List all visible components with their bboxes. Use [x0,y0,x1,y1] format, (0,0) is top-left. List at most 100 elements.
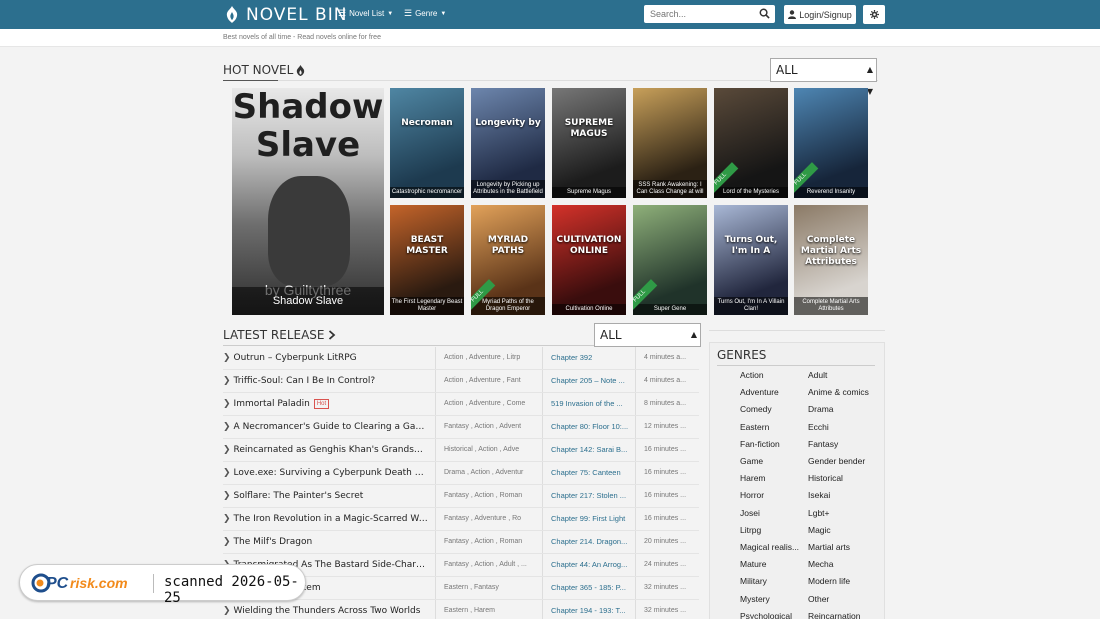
genre-link[interactable]: Lgbt+ [808,508,830,518]
novel-genres[interactable]: Fantasy , Action , Adult , ... [435,554,542,576]
genre-link[interactable]: Eastern [740,422,769,432]
latest-chapter-link[interactable]: Chapter 142: Sarai B... [542,439,635,461]
latest-chapter-link[interactable]: Chapter 365 - 185: P... [542,577,635,599]
genre-link[interactable]: Drama [808,404,834,414]
latest-release-genre-select[interactable]: ALL ▲▼ [594,323,701,361]
genre-link[interactable]: Isekai [808,490,830,500]
genre-link[interactable]: Mystery [740,594,770,604]
genre-link[interactable]: Psychological [740,611,792,619]
novel-genres[interactable]: Drama , Action , Adventur [435,462,542,484]
novel-genres[interactable]: Action , Adventure , Come [435,393,542,415]
novel-title: Solflare: The Painter's Secret [233,491,364,501]
featured-novel-card[interactable]: Shadow Slave by Guiltythree Shadow Slave [232,88,384,315]
novel-genres[interactable]: Fantasy , Action , Advent [435,416,542,438]
genre-link[interactable]: Mecha [808,559,834,569]
featured-novel-caption: Shadow Slave [232,287,384,315]
genre-link[interactable]: Fantasy [808,439,838,449]
novel-title: Wielding the Thunders Across Two Worlds [233,606,421,616]
search-box [644,5,775,23]
cover-caption: Catastrophic necromancer [390,187,464,198]
hot-novel-cover[interactable]: Reverend Insanity FULL [794,88,868,198]
latest-chapter-link[interactable]: Chapter 392 [542,347,635,369]
genre-link[interactable]: Magic [808,525,831,535]
chevron-right-icon: ❯ [223,468,231,478]
hot-novel-cover[interactable]: SSS Rank Awakening: I Can Class Change a… [633,88,707,198]
latest-chapter-link[interactable]: Chapter 75: Canteen [542,462,635,484]
novel-title-link[interactable]: ❯ Reincarnated as Genghis Khan's Grandson… [223,439,428,461]
genre-link[interactable]: Military [740,576,767,586]
novel-title-link[interactable]: ❯ Love.exe: Surviving a Cyberpunk Death G… [223,462,428,484]
hot-novel-cover[interactable]: SUPREME MAGUS Supreme Magus [552,88,626,198]
latest-chapter-link[interactable]: 519 Invasion of the ... [542,393,635,415]
latest-chapter-link[interactable]: Chapter 99: First Light [542,508,635,530]
genre-link[interactable]: Game [740,456,763,466]
genre-link[interactable]: Mature [740,559,766,569]
genre-link[interactable]: Magical realis... [740,542,799,552]
genre-link[interactable]: Historical [808,473,843,483]
latest-chapter-link[interactable]: Chapter 194 - 193: T... [542,600,635,619]
novel-title-link[interactable]: ❯ The Iron Revolution in a Magic-Scarred … [223,508,428,530]
fire-icon [297,64,305,76]
genre-link[interactable]: Adventure [740,387,779,397]
novel-title-link[interactable]: ❯ The Milf's Dragon [223,531,428,553]
latest-chapter-link[interactable]: Chapter 44: An Arrog... [542,554,635,576]
novel-title-link[interactable]: ❯ Solflare: The Painter's Secret [223,485,428,507]
novel-genres[interactable]: Fantasy , Action , Roman [435,531,542,553]
latest-release-heading[interactable]: LATEST RELEASE [223,328,336,342]
hot-novel-cover[interactable]: CULTIVATION ONLINE Cultivation Online [552,205,626,315]
novel-genres[interactable]: Fantasy , Adventure , Ro [435,508,542,530]
genre-link[interactable]: Horror [740,490,764,500]
cover-art-text: SUPREME MAGUS [564,118,614,139]
login-signup-label: Login/Signup [799,9,852,20]
novel-genres[interactable]: Fantasy , Action , Roman [435,485,542,507]
genre-link[interactable]: Harem [740,473,766,483]
genre-link[interactable]: Comedy [740,404,772,414]
genre-link[interactable]: Martial arts [808,542,850,552]
nav-genre[interactable]: ☰ Genre ▼ [404,8,446,19]
hot-novel-cover[interactable]: Lord of the Mysteries FULL [714,88,788,198]
hot-novel-cover[interactable]: Super Gene FULL [633,205,707,315]
search-icon[interactable] [759,8,770,19]
hot-novel-cover[interactable]: MYRIAD PATHS Myriad Paths of the Dragon E… [471,205,545,315]
novel-genres[interactable]: Action , Adventure , Litrp [435,347,542,369]
cover-art-text: Necroman [401,118,453,128]
genre-link[interactable]: Modern life [808,576,850,586]
novel-genres[interactable]: Historical , Action , Adve [435,439,542,461]
search-input[interactable] [644,5,754,23]
novel-title-link[interactable]: ❯ Outrun – Cyberpunk LitRPG [223,347,428,369]
hot-novel-cover[interactable]: Complete Martial Arts Attributes Complete… [794,205,868,315]
latest-chapter-link[interactable]: Chapter 217: Stolen ... [542,485,635,507]
genre-link[interactable]: Josei [740,508,760,518]
genre-link[interactable]: Reincarnation [808,611,860,619]
latest-chapter-link[interactable]: Chapter 214. Dragon... [542,531,635,553]
genre-link[interactable]: Other [808,594,829,604]
novel-title-link[interactable]: ❯ Immortal Paladin Hot [223,393,428,415]
genre-link[interactable]: Anime & comics [808,387,869,397]
genre-link[interactable]: Fan-fiction [740,439,780,449]
novel-genres[interactable]: Eastern , Harem [435,600,542,619]
hot-novel-genre-select[interactable]: ALL ▲ ▼ [770,58,877,96]
genre-link[interactable]: Ecchi [808,422,829,432]
novel-title-link[interactable]: ❯ Triffic-Soul: Can I Be In Control? [223,370,428,392]
hot-novel-cover[interactable]: BEAST MASTER The First Legendary Beast Ma… [390,205,464,315]
novel-genres[interactable]: Eastern , Fantasy [435,577,542,599]
latest-chapter-link[interactable]: Chapter 80: Floor 10:... [542,416,635,438]
table-row: ❯ Reincarnated as Genghis Khan's Grandson… [223,439,699,462]
login-signup-button[interactable]: Login/Signup [784,5,856,24]
genre-link[interactable]: Gender bender [808,456,865,466]
genre-link[interactable]: Adult [808,370,827,380]
nav-novel-list[interactable]: ☰ Novel List ▼ [338,8,393,19]
hot-novel-cover[interactable]: Turns Out, I'm In A Turns Out, I'm In A V… [714,205,788,315]
site-logo[interactable]: NOVEL BIN [222,4,347,26]
hot-novel-cover[interactable]: Necroman Catastrophic necromancer [390,88,464,198]
genre-link[interactable]: Litrpg [740,525,761,535]
table-row: ❯ Love.exe: Surviving a Cyberpunk Death G… [223,462,699,485]
theme-toggle-button[interactable] [863,5,885,24]
hot-novel-cover[interactable]: Longevity by Longevity by Picking up Attr… [471,88,545,198]
novel-title-link[interactable]: ❯ A Necromancer's Guide to Clearing a Gam… [223,416,428,438]
hot-novel-heading[interactable]: HOT NOVEL [223,63,305,77]
latest-chapter-link[interactable]: Chapter 205 – Note ... [542,370,635,392]
novel-genres[interactable]: Action , Adventure , Fant [435,370,542,392]
novel-title: The Milf's Dragon [233,537,313,547]
genre-link[interactable]: Action [740,370,764,380]
